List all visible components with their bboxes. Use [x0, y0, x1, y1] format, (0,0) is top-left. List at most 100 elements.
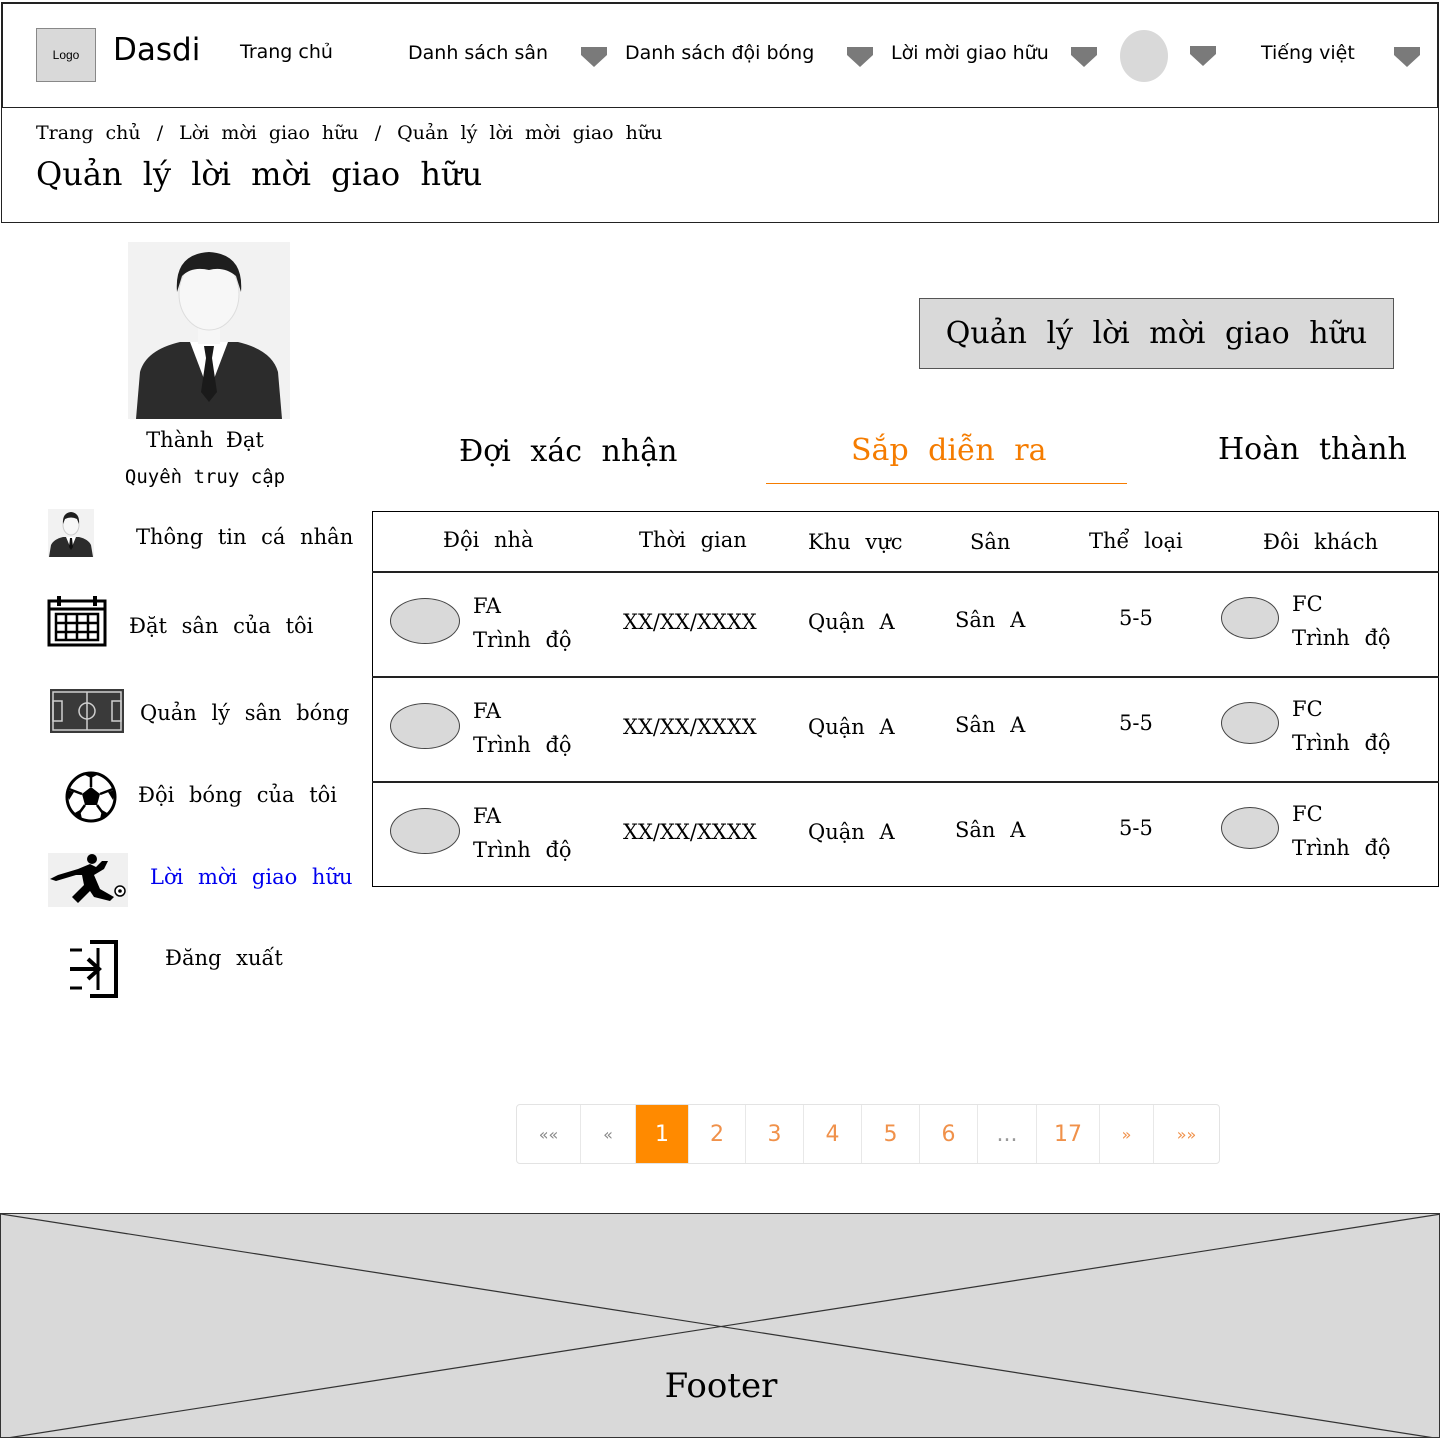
- footer: Footer: [0, 1213, 1440, 1438]
- column-header-area: Khu vực: [808, 530, 903, 554]
- match-type: 5-5: [1119, 606, 1153, 630]
- column-header-time: Thời gian: [639, 528, 747, 552]
- nav-fields-link[interactable]: Danh sách sân: [408, 42, 548, 64]
- home-team-logo: [390, 703, 460, 749]
- sidebar-item-my-teams[interactable]: Đội bóng của tôi: [138, 783, 337, 807]
- sidebar-item-my-bookings[interactable]: Đặt sân của tôi: [129, 614, 313, 638]
- home-team-name: FA: [473, 804, 501, 828]
- away-team-name: FC: [1292, 697, 1323, 721]
- breadcrumb-home[interactable]: Trang chủ: [36, 122, 141, 144]
- page-first-button[interactable]: ««: [517, 1105, 581, 1163]
- logout-icon: [70, 940, 118, 998]
- match-area: Quận A: [808, 715, 895, 739]
- match-area: Quận A: [808, 610, 895, 634]
- sidebar-item-manage-fields[interactable]: Quản lý sân bóng: [140, 701, 349, 725]
- sidebar-item-logout[interactable]: Đăng xuất: [165, 946, 283, 970]
- page-button[interactable]: 17: [1037, 1105, 1100, 1163]
- top-navbar: Logo Dasdi Trang chủ Danh sách sân Danh …: [1, 2, 1439, 109]
- sidebar-item-profile[interactable]: Thông tin cá nhân: [136, 525, 353, 549]
- nav-home-link[interactable]: Trang chủ: [240, 41, 333, 63]
- table-divider: [372, 781, 1439, 783]
- section-title: Quản lý lời mời giao hữu: [945, 316, 1368, 351]
- page-title: Quản lý lời mời giao hữu: [36, 155, 483, 193]
- away-team-level: Trình độ: [1292, 836, 1391, 860]
- away-team-level: Trình độ: [1292, 626, 1391, 650]
- profile-photo: [128, 242, 290, 419]
- away-team-level: Trình độ: [1292, 731, 1391, 755]
- column-header-home-team: Đội nhà: [443, 528, 534, 552]
- footer-label: Footer: [664, 1366, 778, 1406]
- home-team-name: FA: [473, 699, 501, 723]
- chevron-down-icon[interactable]: [1189, 45, 1217, 67]
- active-tab-indicator: [766, 483, 1127, 484]
- home-team-name: FA: [473, 594, 501, 618]
- page-ellipsis: ...: [978, 1105, 1037, 1163]
- sidebar-item-invitations[interactable]: Lời mời giao hữu: [150, 865, 353, 889]
- chevron-down-icon[interactable]: [580, 46, 608, 68]
- calendar-icon: [47, 596, 107, 647]
- home-team-level: Trình độ: [473, 733, 572, 757]
- match-field: Sân A: [955, 818, 1026, 842]
- match-field: Sân A: [955, 608, 1026, 632]
- chevron-down-icon[interactable]: [1393, 46, 1421, 68]
- match-area: Quận A: [808, 820, 895, 844]
- chevron-down-icon[interactable]: [846, 46, 874, 68]
- language-selector[interactable]: Tiếng việt: [1261, 42, 1355, 64]
- away-team-name: FC: [1292, 802, 1323, 826]
- page-button[interactable]: 6: [920, 1105, 978, 1163]
- away-team-name: FC: [1292, 592, 1323, 616]
- page-button[interactable]: 2: [689, 1105, 746, 1163]
- tab-completed[interactable]: Hoàn thành: [1218, 432, 1407, 467]
- column-header-type: Thể loại: [1089, 529, 1183, 553]
- match-time: XX/XX/XXXX: [623, 610, 757, 634]
- away-team-logo: [1221, 702, 1279, 744]
- table-divider: [372, 571, 1439, 573]
- section-title-box: Quản lý lời mời giao hữu: [919, 298, 1394, 369]
- home-team-logo: [390, 598, 460, 644]
- tab-upcoming[interactable]: Sắp diễn ra: [851, 433, 1047, 468]
- logo-text: Logo: [52, 48, 80, 62]
- table-divider: [372, 676, 1439, 678]
- person-icon: [48, 509, 94, 557]
- kicking-player-icon: [48, 853, 128, 907]
- soccer-ball-icon: [65, 771, 117, 823]
- pagination: «« « 1 2 3 4 5 6 ... 17 » »»: [516, 1104, 1220, 1164]
- breadcrumb-current: Quản lý lời mời giao hữu: [397, 122, 663, 144]
- away-team-logo: [1221, 597, 1279, 639]
- page-last-button[interactable]: »»: [1154, 1105, 1219, 1163]
- brand-name[interactable]: Dasdi: [113, 32, 200, 68]
- away-team-logo: [1221, 807, 1279, 849]
- profile-person-icon: [128, 242, 290, 419]
- chevron-down-icon[interactable]: [1070, 46, 1098, 68]
- home-team-level: Trình độ: [473, 838, 572, 862]
- breadcrumb-header: Trang chủ / Lời mời giao hữu / Quản lý l…: [1, 108, 1439, 223]
- page-button-current[interactable]: 1: [636, 1105, 689, 1163]
- page-next-button[interactable]: »: [1100, 1105, 1154, 1163]
- home-team-logo: [390, 808, 460, 854]
- breadcrumb-separator: /: [374, 122, 382, 144]
- tab-pending[interactable]: Đợi xác nhận: [459, 434, 677, 469]
- soccer-field-icon: [50, 689, 124, 733]
- page-button[interactable]: 4: [804, 1105, 862, 1163]
- column-header-field: Sân: [970, 530, 1011, 554]
- breadcrumb-separator: /: [156, 122, 164, 144]
- page-button[interactable]: 3: [746, 1105, 804, 1163]
- match-field: Sân A: [955, 713, 1026, 737]
- logo[interactable]: Logo: [36, 28, 96, 82]
- home-team-level: Trình độ: [473, 628, 572, 652]
- column-header-away-team: Đôi khách: [1263, 530, 1379, 554]
- match-time: XX/XX/XXXX: [623, 820, 757, 844]
- match-type: 5-5: [1119, 816, 1153, 840]
- nav-invitations-link[interactable]: Lời mời giao hữu: [891, 42, 1049, 64]
- page-prev-button[interactable]: «: [581, 1105, 636, 1163]
- profile-role: Quyền truy cập: [124, 466, 286, 488]
- match-type: 5-5: [1119, 711, 1153, 735]
- match-time: XX/XX/XXXX: [623, 715, 757, 739]
- page-button[interactable]: 5: [862, 1105, 920, 1163]
- user-avatar[interactable]: [1120, 30, 1168, 82]
- breadcrumb: Trang chủ / Lời mời giao hữu / Quản lý l…: [36, 122, 662, 144]
- invitations-table: [372, 511, 1439, 887]
- breadcrumb-invitations[interactable]: Lời mời giao hữu: [179, 122, 359, 144]
- profile-name: Thành Đạt: [146, 428, 264, 452]
- nav-teams-link[interactable]: Danh sách đội bóng: [625, 42, 814, 64]
